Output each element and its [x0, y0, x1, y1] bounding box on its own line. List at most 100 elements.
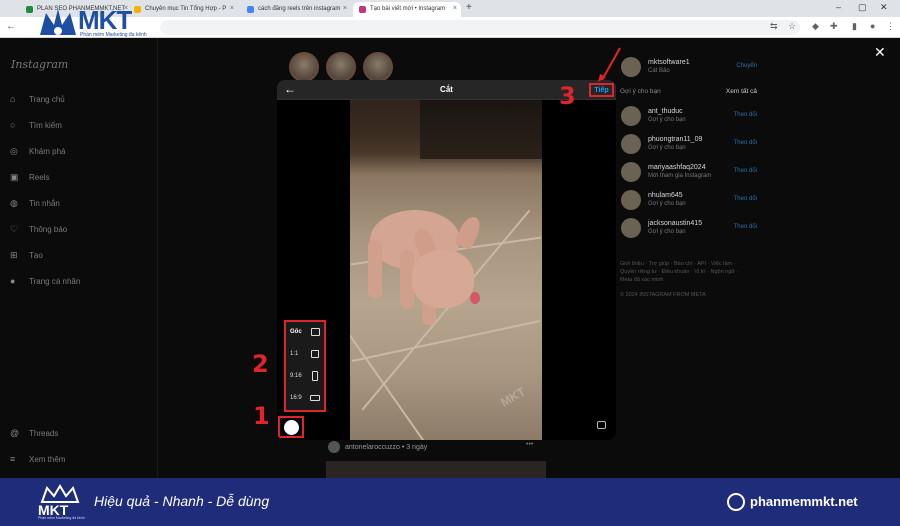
sidepanel-icon[interactable]: ▮ [852, 21, 857, 32]
current-user: mktsoftware1 Cát Bảo Chuyển [620, 57, 760, 77]
heart-icon: ♡ [10, 224, 19, 234]
video-preview[interactable]: MKT [350, 100, 542, 440]
more-options-icon[interactable]: ••• [526, 441, 533, 448]
ratio-label: 1:1 [290, 351, 299, 357]
url-input[interactable] [160, 20, 800, 35]
nav-label: Tạo [29, 251, 43, 260]
promo-logo-subtitle: Phần mềm Marketing đa kênh [38, 516, 85, 520]
avatar[interactable] [621, 134, 641, 154]
avatar[interactable] [328, 441, 340, 453]
suggestion-item: ant_thuduc Gợi ý cho bạn Theo dõi [620, 106, 760, 126]
follow-button[interactable]: Theo dõi [734, 140, 757, 146]
nav-search[interactable]: ○ Tìm kiếm [10, 120, 62, 134]
username[interactable]: phuongtran11_09 [648, 136, 702, 143]
nav-label: Tìm kiếm [29, 121, 62, 130]
nav-threads[interactable]: @ Threads [10, 428, 58, 442]
ratio-9-16-option[interactable]: 9:16 [286, 370, 324, 384]
kebab-menu-icon[interactable]: ⋮ [886, 21, 895, 32]
compass-icon: ◎ [10, 146, 18, 156]
promo-tagline: Hiệu quả - Nhanh - Dễ dùng [94, 493, 270, 509]
nav-home[interactable]: ⌂ Trang chủ [10, 94, 65, 108]
square-icon [311, 350, 319, 358]
story-avatar[interactable] [363, 52, 393, 82]
switch-account-link[interactable]: Chuyển [736, 63, 757, 69]
minimize-icon[interactable]: – [836, 2, 841, 12]
follow-button[interactable]: Theo dõi [734, 224, 757, 230]
back-icon[interactable]: ← [6, 21, 16, 32]
avatar[interactable] [621, 218, 641, 238]
maximize-icon[interactable]: ▢ [858, 2, 867, 13]
instagram-logo[interactable]: Instagram [11, 58, 68, 71]
messenger-icon: ◍ [10, 198, 18, 208]
close-tab-icon[interactable]: × [230, 5, 234, 12]
mkt-crown-icon [40, 484, 80, 503]
ratio-1-1-option[interactable]: 1:1 [286, 348, 324, 362]
browser-tab[interactable]: cách đăng reels trên instagram × [241, 2, 351, 17]
create-icon: ⊞ [10, 250, 18, 260]
promo-website[interactable]: phanmemmkt.net [750, 494, 858, 509]
username[interactable]: ant_thuduc [648, 108, 683, 115]
avatar[interactable] [621, 106, 641, 126]
follow-button[interactable]: Theo dõi [734, 196, 757, 202]
nav-label: Trang cá nhân [29, 277, 81, 286]
username[interactable]: nhulam645 [648, 192, 683, 199]
avatar[interactable] [621, 162, 641, 182]
multi-select-gallery-icon[interactable] [597, 421, 606, 429]
extension-icon[interactable]: ◆ [812, 21, 819, 32]
translate-icon[interactable]: ⇆ [770, 21, 778, 32]
close-modal-icon[interactable]: ✕ [874, 44, 886, 61]
user-fullname: Cát Bảo [648, 68, 670, 74]
new-tab-button[interactable]: + [466, 2, 472, 13]
username[interactable]: mariyaashfaq2024 [648, 164, 706, 171]
username[interactable]: mktsoftware1 [648, 59, 690, 66]
search-icon: ○ [10, 120, 16, 130]
close-window-icon[interactable]: ✕ [880, 2, 888, 13]
nav-notifications[interactable]: ♡ Thông báo [10, 224, 67, 238]
see-all-link[interactable]: Xem tất cả [726, 88, 757, 95]
threads-icon: @ [10, 428, 20, 438]
copyright: © 2024 INSTAGRAM FROM META [620, 292, 706, 298]
follow-button[interactable]: Theo dõi [734, 168, 757, 174]
nav-create[interactable]: ⊞ Tạo [10, 250, 43, 264]
crop-circle-icon [284, 420, 299, 435]
next-button[interactable]: Tiếp [589, 83, 614, 97]
puzzle-icon[interactable]: ✚ [830, 21, 838, 32]
pointer-arrow-icon [598, 47, 621, 82]
avatar[interactable] [621, 57, 641, 77]
nav-reels[interactable]: ▣ Reels [10, 172, 49, 186]
dog-head [412, 250, 474, 308]
post-header: antonelaroccuzzo • 3 ngày ••• [328, 441, 533, 453]
nav-more[interactable]: ≡ Xem thêm [10, 454, 65, 468]
ratio-16-9-option[interactable]: 16:9 [286, 392, 324, 406]
post-author[interactable]: antonelaroccuzzo [345, 444, 400, 451]
ratio-label: 16:9 [290, 395, 302, 401]
nav-messages[interactable]: ◍ Tin nhắn [10, 198, 60, 212]
avatar[interactable] [621, 190, 641, 210]
profile-icon[interactable]: ● [870, 21, 875, 31]
close-tab-icon[interactable]: × [343, 5, 347, 12]
story-avatar[interactable] [326, 52, 356, 82]
tab-label: cách đăng reels trên instagram [258, 6, 341, 12]
browser-tab-active[interactable]: Tạo bài viết mới • Instagram × [353, 2, 461, 17]
crop-select-button[interactable] [278, 416, 304, 438]
docs-icon [247, 6, 254, 13]
nav-label: Threads [29, 429, 59, 438]
follow-button[interactable]: Theo dõi [734, 112, 757, 118]
crop-preview-area[interactable]: MKT Gốc 1:1 9:16 16:9 [277, 100, 616, 440]
footer-links[interactable]: Giới thiệu · Trợ giúp · Báo chí · API · … [620, 260, 746, 284]
tab-label: Tạo bài viết mới • Instagram [370, 6, 446, 12]
username[interactable]: jacksonaustin415 [648, 220, 702, 227]
promo-logo: MKT Phần mềm Marketing đa kênh [38, 484, 85, 520]
menu-icon: ≡ [10, 454, 16, 464]
instagram-icon [359, 6, 366, 13]
close-tab-icon[interactable]: × [453, 5, 457, 12]
dog-tongue [470, 292, 480, 304]
ratio-original-option[interactable]: Gốc [286, 326, 324, 340]
home-icon: ⌂ [10, 94, 16, 104]
nav-profile[interactable]: ● Trang cá nhân [10, 276, 80, 290]
suggestions-title: Gợi ý cho bạn [620, 88, 661, 95]
ratio-label: Gốc [290, 329, 302, 335]
bookmark-star-icon[interactable]: ☆ [788, 21, 796, 32]
story-avatar[interactable] [289, 52, 319, 82]
nav-explore[interactable]: ◎ Khám phá [10, 146, 65, 160]
